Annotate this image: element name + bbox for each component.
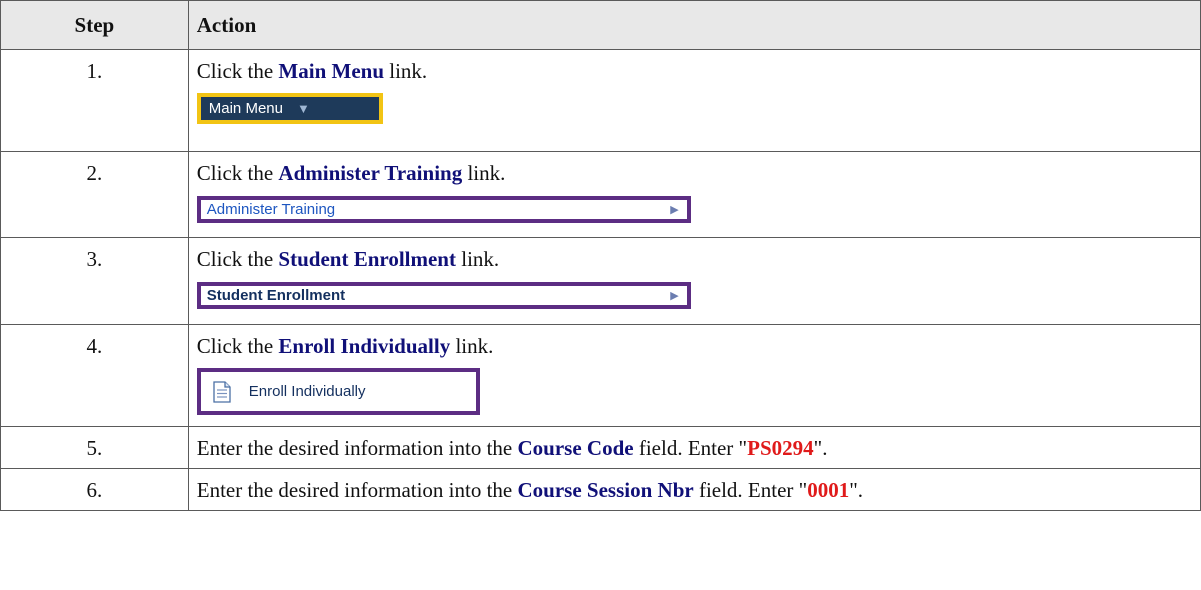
table-row: 1. Click the Main Menu link. Main Menu ▼ xyxy=(0,49,1201,152)
step-action: Click the Administer Training link. Admi… xyxy=(187,151,1201,238)
step-number: 2. xyxy=(0,151,189,238)
bold-term: Main Menu xyxy=(278,59,385,83)
action-header: Action xyxy=(187,0,1201,50)
step-number: 6. xyxy=(0,468,189,511)
step-instruction: Click the Enroll Individually link. xyxy=(196,334,494,358)
step-action: Click the Main Menu link. Main Menu ▼ xyxy=(187,49,1201,152)
main-menu-button[interactable]: Main Menu ▼ xyxy=(196,93,383,124)
step-action: Enter the desired information into the C… xyxy=(187,426,1201,469)
table-row: 5. Enter the desired information into th… xyxy=(0,426,1201,469)
entered-value: 0001 xyxy=(807,478,850,502)
step-action: Click the Enroll Individually link. Enro… xyxy=(187,324,1201,427)
bold-term: Student Enrollment xyxy=(278,247,456,271)
main-menu-label: Main Menu xyxy=(208,100,283,117)
bold-term: Course Code xyxy=(517,436,634,460)
step-instruction: Click the Student Enrollment link. xyxy=(196,247,500,271)
table-row: 2. Click the Administer Training link. A… xyxy=(0,151,1201,238)
menu-label: Student Enrollment xyxy=(206,287,346,304)
step-number: 1. xyxy=(0,49,189,152)
step-instruction: Click the Administer Training link. xyxy=(196,161,506,185)
bold-term: Course Session Nbr xyxy=(517,478,694,502)
step-number: 3. xyxy=(0,237,189,325)
chevron-right-icon: ▶ xyxy=(670,204,679,216)
administer-training-link[interactable]: Administer Training ▶ xyxy=(196,196,691,223)
document-icon xyxy=(213,380,231,403)
table-row: 6. Enter the desired information into th… xyxy=(0,468,1201,511)
entered-value: PS0294 xyxy=(747,436,814,460)
bold-term: Administer Training xyxy=(278,161,463,185)
menu-label: Administer Training xyxy=(206,201,336,218)
table-row: 4. Click the Enroll Individually link. E… xyxy=(0,324,1201,427)
chevron-right-icon: ▶ xyxy=(670,290,679,302)
instruction-table: Step Action 1. Click the Main Menu link.… xyxy=(0,0,1201,511)
table-row: 3. Click the Student Enrollment link. St… xyxy=(0,237,1201,325)
step-number: 4. xyxy=(0,324,189,427)
triangle-down-icon: ▼ xyxy=(296,101,310,116)
step-number: 5. xyxy=(0,426,189,469)
enroll-label: Enroll Individually xyxy=(248,383,366,400)
step-instruction: Click the Main Menu link. xyxy=(196,59,428,83)
step-action: Enter the desired information into the C… xyxy=(187,468,1201,511)
enroll-individually-link[interactable]: Enroll Individually xyxy=(196,368,480,415)
step-action: Click the Student Enrollment link. Stude… xyxy=(187,237,1201,325)
student-enrollment-link[interactable]: Student Enrollment ▶ xyxy=(196,282,691,309)
step-header: Step xyxy=(0,0,189,50)
bold-term: Enroll Individually xyxy=(278,334,451,358)
